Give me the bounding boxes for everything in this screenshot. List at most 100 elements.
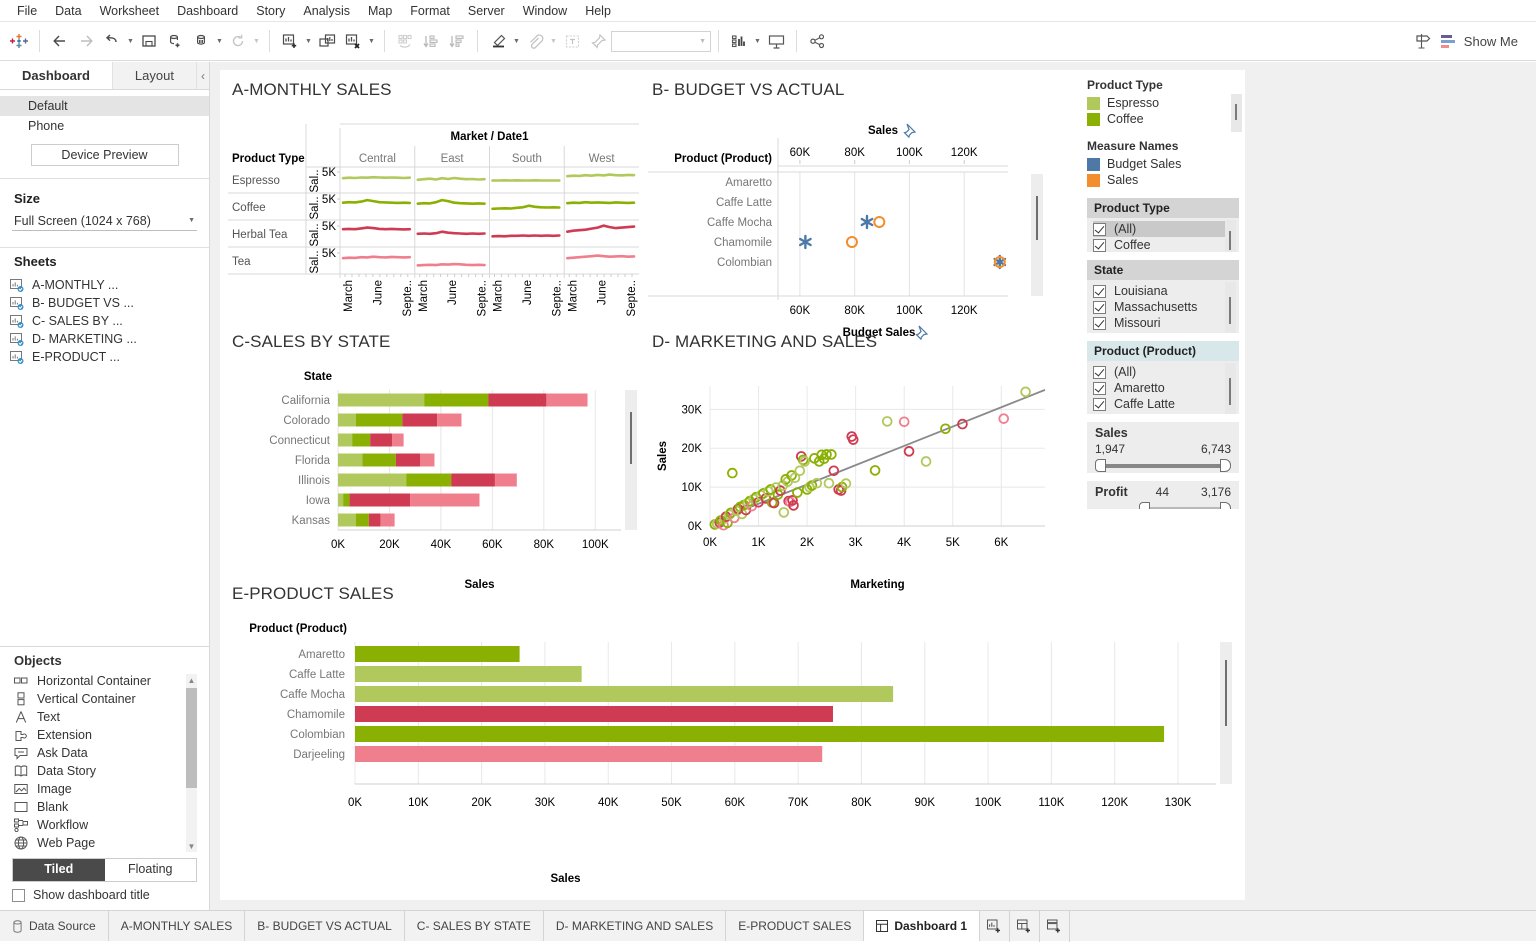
filter-scroll-thumb[interactable] [1229,297,1231,324]
menu-window[interactable]: Window [514,0,576,22]
tableau-logo-icon[interactable] [6,28,32,54]
device-phone[interactable]: Phone [0,116,209,136]
menu-analysis[interactable]: Analysis [294,0,359,22]
sheet-tab[interactable]: D- MARKETING AND SALES [544,911,727,941]
scroll-up-icon[interactable]: ▲ [186,674,197,686]
filter-item[interactable]: Louisiana [1093,283,1233,299]
refresh-icon[interactable] [225,28,251,54]
clear-dropdown-icon[interactable]: ▼ [366,28,377,54]
viz-e-product-sales[interactable]: E-PRODUCT SALES Product (Product) 0K 10K 20… [228,580,1243,890]
object-item[interactable]: Data Story [14,762,209,780]
viz-c-plot[interactable]: State 0K 20K 40K 60K 80K 100K California Colorad… [228,362,653,594]
legend-item-product-type[interactable]: Espresso [1087,95,1239,111]
filter-item[interactable]: Missouri [1093,315,1233,331]
sheet-item[interactable]: C- SALES BY ... [10,312,209,330]
menu-data[interactable]: Data [46,0,90,22]
object-item[interactable]: Web Page [14,834,209,852]
menu-worksheet[interactable]: Worksheet [91,0,169,22]
attachment-dropdown-icon[interactable]: ▼ [548,28,559,54]
pause-data-source-icon[interactable] [188,28,214,54]
viz-d-plot[interactable]: 0K 1K 2K 3K 4K 5K 6K 0K 10K 20K 30K Marketing Sales [648,362,1068,594]
slider-knob-right[interactable] [1220,459,1231,472]
size-select[interactable]: Full Screen (1024 x 768) ▼ [12,211,197,231]
sheet-tab[interactable]: Dashboard 1 [864,911,981,941]
filter-checkbox[interactable] [1093,381,1106,395]
legend-scroll-thumb[interactable] [1235,104,1237,120]
filter-item[interactable]: Amaretto [1093,380,1233,396]
viz-c-sales-by-state[interactable]: C-SALES BY STATE State 0K 20K 40K 60K 80K 100K… [228,328,653,591]
text-box-icon[interactable] [559,28,585,54]
new-worksheet-icon[interactable] [980,910,1011,942]
new-worksheet-icon[interactable] [277,28,303,54]
object-item[interactable]: Vertical Container [14,690,209,708]
device-preview-button[interactable]: Device Preview [30,144,179,166]
object-item[interactable]: Extension [14,726,209,744]
sheet-item[interactable]: A-MONTHLY ... [10,276,209,294]
legend-item-measure-name[interactable]: Budget Sales [1087,156,1239,172]
scroll-down-icon[interactable]: ▼ [186,840,197,852]
object-item[interactable]: Ask Data [14,744,209,762]
sheet-tab[interactable]: B- BUDGET VS ACTUAL [245,911,405,941]
filter-item[interactable]: (All) [1093,221,1233,237]
collapse-panel-icon[interactable]: ‹ [196,62,209,89]
filter-item[interactable]: Caffe Latte [1093,396,1233,412]
sheet-item[interactable]: B- BUDGET VS ... [10,294,209,312]
refresh-dropdown-icon[interactable]: ▼ [251,28,262,54]
menu-dashboard[interactable]: Dashboard [168,0,247,22]
floating-toggle[interactable]: Floating [104,859,196,881]
new-data-source-icon[interactable] [162,28,188,54]
clear-sheet-icon[interactable] [340,28,366,54]
data-source-tab[interactable]: Data Source [0,911,109,941]
tab-dashboard[interactable]: Dashboard [0,62,113,89]
object-item[interactable]: Blank [14,798,209,816]
sheet-item[interactable]: E-PRODUCT ... [10,348,209,366]
objects-scroll-thumb[interactable] [186,688,197,788]
legend-item-product-type[interactable]: Coffee [1087,111,1239,127]
filter-checkbox[interactable] [1093,397,1106,411]
filter-checkbox[interactable] [1093,316,1106,330]
new-story-icon[interactable] [1040,910,1071,942]
sheet-item[interactable]: D- MARKETING ... [10,330,209,348]
save-icon[interactable] [136,28,162,54]
swap-rows-columns-icon[interactable] [392,28,418,54]
viz-d-marketing-and-sales[interactable]: D- MARKETING AND SALES 0K 1K 2K 3K 4K 5K 6K 0K 1… [648,328,1068,591]
object-item[interactable]: Image [14,780,209,798]
filter-checkbox[interactable] [1093,284,1106,298]
show-dashboard-title-row[interactable]: Show dashboard title [12,888,197,902]
slider-knob-right[interactable] [1220,502,1231,509]
attachment-icon[interactable] [522,28,548,54]
filter-scrollbar[interactable] [1225,363,1236,414]
sheet-tab[interactable]: A-MONTHLY SALES [109,911,246,941]
filter-checkbox[interactable] [1093,300,1106,314]
forward-icon[interactable] [73,28,99,54]
new-dashboard-icon[interactable] [1010,910,1041,942]
show-dashboard-title-checkbox[interactable] [12,888,25,902]
slider-knob-left[interactable] [1095,459,1106,472]
legend-item-measure-name[interactable]: Sales [1087,172,1239,188]
show-me-button[interactable]: Show Me [1440,34,1530,49]
undo-icon[interactable] [99,28,125,54]
viz-a-monthly-sales[interactable]: A-MONTHLY SALES Market / Date1 Product Ty… [228,76,653,338]
presentation-mode-icon[interactable] [763,28,789,54]
highlight-dropdown-icon[interactable]: ▼ [511,28,522,54]
objects-scrollbar[interactable]: ▲ ▼ [186,674,197,852]
filter-scroll-thumb[interactable] [1229,231,1231,250]
filter-scrollbar[interactable] [1225,282,1236,333]
undo-dropdown-icon[interactable]: ▼ [125,28,136,54]
viz-b-budget-vs-actual[interactable]: B- BUDGET VS ACTUAL Sales Budget Sales 60K… [648,76,1068,341]
show-hide-cards-icon[interactable] [726,28,752,54]
highlight-icon[interactable] [485,28,511,54]
range-slider[interactable] [1095,502,1231,509]
pause-dropdown-icon[interactable]: ▼ [214,28,225,54]
show-hide-cards-dropdown-icon[interactable]: ▼ [752,28,763,54]
object-item[interactable]: Workflow [14,816,209,834]
tiled-toggle[interactable]: Tiled [13,859,105,881]
filter-checkbox[interactable] [1093,238,1106,252]
tab-layout[interactable]: Layout [112,62,197,89]
new-worksheet-dropdown-icon[interactable]: ▼ [303,28,314,54]
share-icon[interactable] [804,28,830,54]
sort-ascending-icon[interactable] [418,28,444,54]
viz-b-plot[interactable]: Sales Budget Sales 60K 60K 80K 80K 100K 100K 120… [648,110,1068,342]
back-icon[interactable] [47,28,73,54]
legend-product-type-scrollbar[interactable] [1231,94,1242,132]
